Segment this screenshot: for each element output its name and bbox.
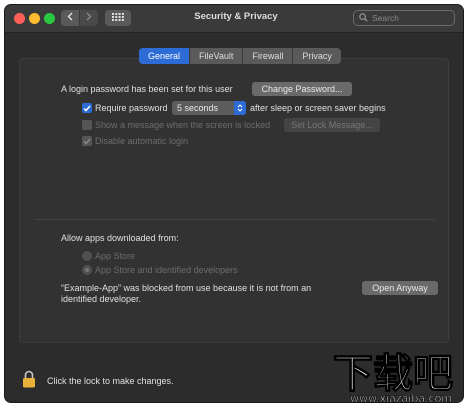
- disable-auto-login-checkbox[interactable]: [82, 136, 92, 146]
- radio-app-store-label: App Store: [95, 251, 136, 261]
- search-placeholder: Search: [372, 13, 399, 23]
- security-privacy-window: Security & Privacy Search General FileVa…: [5, 5, 463, 402]
- svg-text:www.xiazaiba.com: www.xiazaiba.com: [350, 392, 452, 405]
- tab-filevault[interactable]: FileVault: [190, 48, 244, 64]
- watermark: 下载吧 www.xiazaiba.com: [330, 345, 466, 407]
- section-divider: [35, 219, 435, 220]
- window-title: Security & Privacy: [194, 11, 278, 22]
- grid-icon: [112, 12, 124, 24]
- radio-app-store[interactable]: [82, 251, 92, 261]
- zoom-window-button[interactable]: [44, 13, 55, 24]
- show-message-label: Show a message when the screen is locked: [95, 120, 271, 130]
- chevron-right-icon: [86, 12, 92, 24]
- radio-app-store-identified-label: App Store and identified developers: [95, 265, 238, 275]
- require-password-delay-value: 5 seconds: [177, 103, 219, 113]
- set-lock-message-button[interactable]: Set Lock Message...: [284, 118, 380, 132]
- tab-firewall[interactable]: Firewall: [243, 48, 294, 64]
- title-bar: Security & Privacy Search: [5, 5, 463, 33]
- xiazaiba-watermark-logo: 下载吧 www.xiazaiba.com: [332, 350, 453, 405]
- updown-arrows-icon: [234, 101, 246, 115]
- lock-text: Click the lock to make changes.: [47, 376, 174, 386]
- disable-auto-login-label: Disable automatic login: [95, 136, 189, 146]
- checkmark-icon: [83, 99, 91, 117]
- require-password-suffix: after sleep or screen saver begins: [250, 103, 386, 113]
- back-button[interactable]: [61, 10, 79, 26]
- radio-selected-dot: [85, 268, 89, 272]
- require-password-delay-select[interactable]: 5 seconds: [172, 101, 246, 115]
- require-password-label: Require password: [95, 103, 168, 113]
- blocked-message-line2: identified developer.: [61, 294, 142, 304]
- close-window-button[interactable]: [14, 13, 25, 24]
- checkmark-icon: [83, 132, 91, 150]
- login-password-text: A login password has been set for this u…: [61, 84, 233, 94]
- lock-icon[interactable]: [22, 370, 36, 393]
- tab-privacy[interactable]: Privacy: [293, 48, 341, 64]
- show-message-checkbox[interactable]: [82, 120, 92, 130]
- search-field[interactable]: Search: [353, 10, 455, 26]
- tab-general[interactable]: General: [139, 48, 191, 64]
- radio-app-store-identified[interactable]: [82, 265, 92, 275]
- svg-text:下载吧: 下载吧: [333, 351, 453, 397]
- forward-button[interactable]: [80, 10, 98, 26]
- require-password-checkbox[interactable]: [82, 103, 92, 113]
- show-all-button[interactable]: [105, 10, 131, 26]
- search-icon: [354, 12, 372, 24]
- chevron-left-icon: [67, 12, 73, 24]
- tab-bar: General FileVault Firewall Privacy: [139, 48, 341, 64]
- open-anyway-button[interactable]: Open Anyway: [362, 281, 438, 295]
- blocked-message-line1: “Example-App” was blocked from use becau…: [61, 283, 312, 293]
- change-password-button[interactable]: Change Password...: [252, 82, 352, 96]
- minimize-window-button[interactable]: [29, 13, 40, 24]
- allow-apps-heading: Allow apps downloaded from:: [61, 233, 179, 243]
